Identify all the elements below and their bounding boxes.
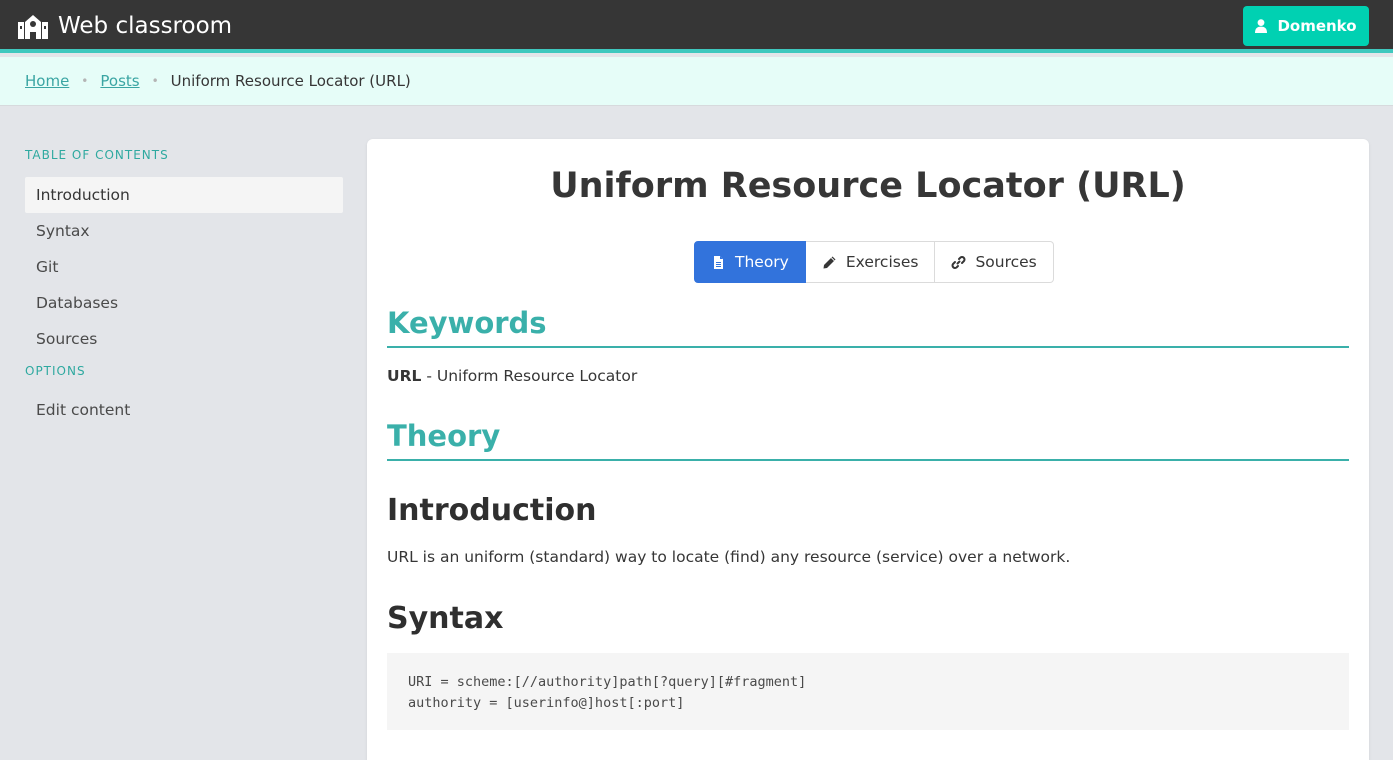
syntax-heading: Syntax xyxy=(387,601,504,636)
breadcrumb-current: Uniform Resource Locator (URL) xyxy=(170,72,411,90)
toc-item-git[interactable]: Git xyxy=(25,249,343,285)
tab-exercises-label: Exercises xyxy=(845,253,919,271)
post-tabs: Theory Exercises Sources xyxy=(694,241,1054,283)
brand-title: Web classroom xyxy=(58,13,233,39)
tab-theory-label: Theory xyxy=(735,253,789,271)
user-button-label: Domenko xyxy=(1277,17,1357,35)
top-navbar: Web classroom Domenko xyxy=(0,0,1393,53)
pencil-icon xyxy=(823,256,836,268)
keyword-entry: URL - Uniform Resource Locator xyxy=(387,367,637,385)
breadcrumb-posts-link[interactable]: Posts xyxy=(100,72,139,90)
toc-item-sources[interactable]: Sources xyxy=(25,321,343,357)
file-icon xyxy=(714,255,723,269)
options-list: Edit content xyxy=(25,392,343,428)
breadcrumb: Home • Posts • Uniform Resource Locator … xyxy=(25,72,411,90)
user-icon xyxy=(1255,19,1268,33)
breadcrumb-separator: • xyxy=(151,74,159,88)
options-label: OPTIONS xyxy=(25,364,86,378)
keyword-term: URL xyxy=(387,367,422,385)
introduction-text: URL is an uniform (standard) way to loca… xyxy=(387,548,1071,566)
page-title: Uniform Resource Locator (URL) xyxy=(550,166,1186,206)
breadcrumb-separator: • xyxy=(81,74,89,88)
breadcrumb-bar: Home • Posts • Uniform Resource Locator … xyxy=(0,57,1393,106)
breadcrumb-home-link[interactable]: Home xyxy=(25,72,69,90)
keywords-heading: Keywords xyxy=(387,306,1349,348)
school-icon xyxy=(18,15,48,39)
tab-exercises[interactable]: Exercises xyxy=(805,241,936,283)
toc-item-syntax[interactable]: Syntax xyxy=(25,213,343,249)
tab-sources-label: Sources xyxy=(975,253,1037,271)
introduction-heading: Introduction xyxy=(387,493,597,528)
user-menu-button[interactable]: Domenko xyxy=(1243,6,1369,46)
brand-link[interactable]: Web classroom xyxy=(18,12,232,40)
toc-label: TABLE OF CONTENTS xyxy=(25,148,169,162)
keyword-definition: - Uniform Resource Locator xyxy=(421,367,638,385)
post-card: Uniform Resource Locator (URL) Theory Ex… xyxy=(367,139,1369,760)
syntax-code-block: URI = scheme:[//authority]path[?query][#… xyxy=(387,653,1349,730)
options-item-edit-content[interactable]: Edit content xyxy=(25,392,343,428)
toc-item-databases[interactable]: Databases xyxy=(25,285,343,321)
sidebar: TABLE OF CONTENTS Introduction Syntax Gi… xyxy=(25,149,343,428)
link-icon xyxy=(951,255,966,269)
toc-item-introduction[interactable]: Introduction xyxy=(25,177,343,213)
tab-theory[interactable]: Theory xyxy=(694,241,806,283)
theory-heading: Theory xyxy=(387,419,1349,461)
tab-sources[interactable]: Sources xyxy=(935,241,1054,283)
toc-list: Introduction Syntax Git Databases Source… xyxy=(25,177,343,357)
